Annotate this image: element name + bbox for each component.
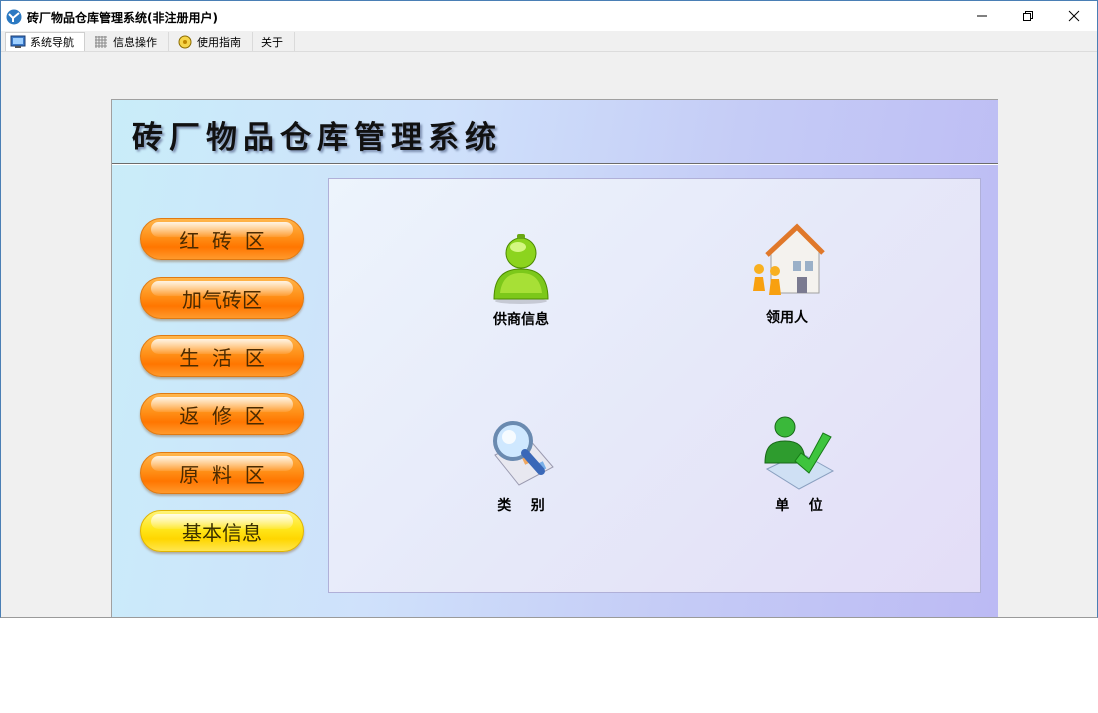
supplier-person-icon — [493, 234, 549, 304]
app-logo-icon — [6, 9, 22, 25]
tile-supplier-info[interactable]: 供商信息 — [461, 231, 581, 329]
tab-label: 系统导航 — [30, 36, 74, 49]
main-panel: 砖厂物品仓库管理系统 红 砖 区 加气砖区 生 活 区 返 修 区 原 料 区 … — [111, 99, 998, 617]
tab-user-guide[interactable]: 使用指南 — [173, 32, 253, 51]
tab-label: 关于 — [261, 35, 283, 49]
nav-button-label: 基本信息 — [182, 520, 262, 545]
nav-button-raw-material[interactable]: 原 料 区 — [140, 452, 304, 494]
minimize-button[interactable] — [959, 1, 1005, 31]
app-window: 砖厂物品仓库管理系统(非注册用户) 系统导航 信息操作 使用指南 关于 砖厂物品… — [0, 0, 1098, 618]
nav-button-label: 生 活 区 — [179, 345, 265, 370]
close-button[interactable] — [1051, 1, 1097, 31]
tile-category[interactable]: 类 别 — [461, 415, 581, 515]
tile-recipient[interactable]: 领用人 — [727, 223, 847, 327]
tab-system-nav[interactable]: 系统导航 — [5, 32, 85, 51]
tab-about[interactable]: 关于 — [257, 32, 295, 51]
nav-button-label: 原 料 区 — [179, 462, 265, 487]
tile-unit[interactable]: 单 位 — [739, 415, 859, 515]
tile-label: 领用人 — [766, 310, 808, 326]
nav-button-living-area[interactable]: 生 活 区 — [140, 335, 304, 377]
nav-button-basic-info[interactable]: 基本信息 — [140, 510, 304, 552]
title-bar: 砖厂物品仓库管理系统(非注册用户) — [1, 1, 1097, 31]
restore-icon — [1023, 11, 1033, 21]
restore-button[interactable] — [1005, 1, 1051, 31]
nav-button-label: 红 砖 区 — [179, 228, 265, 253]
title-divider — [112, 163, 998, 165]
recipient-house-icon — [753, 223, 825, 295]
content-area: 供商信息 领用人 类 别 单 位 — [328, 178, 981, 593]
tab-bar: 系统导航 信息操作 使用指南 关于 — [1, 31, 1097, 52]
window-title: 砖厂物品仓库管理系统(非注册用户) — [27, 11, 218, 25]
nav-button-label: 返 修 区 — [179, 403, 265, 428]
close-icon — [1068, 10, 1080, 22]
tile-label: 单 位 — [775, 498, 823, 514]
nav-button-aerated-brick[interactable]: 加气砖区 — [140, 277, 304, 319]
monitor-icon — [10, 35, 26, 48]
nav-button-label: 加气砖区 — [182, 287, 262, 312]
tile-label: 供商信息 — [493, 312, 549, 328]
compass-icon — [178, 35, 192, 48]
category-magnifier-icon — [493, 421, 554, 486]
unit-person-check-icon — [764, 416, 835, 490]
minimize-icon — [977, 15, 987, 17]
page-title: 砖厂物品仓库管理系统 — [132, 120, 502, 156]
tab-label: 使用指南 — [197, 35, 241, 49]
grid-icon — [95, 35, 107, 48]
nav-button-repair-area[interactable]: 返 修 区 — [140, 393, 304, 435]
tab-label: 信息操作 — [113, 35, 157, 49]
tile-label: 类 别 — [497, 498, 545, 514]
tab-info-ops[interactable]: 信息操作 — [89, 32, 169, 51]
nav-button-red-brick[interactable]: 红 砖 区 — [140, 218, 304, 260]
